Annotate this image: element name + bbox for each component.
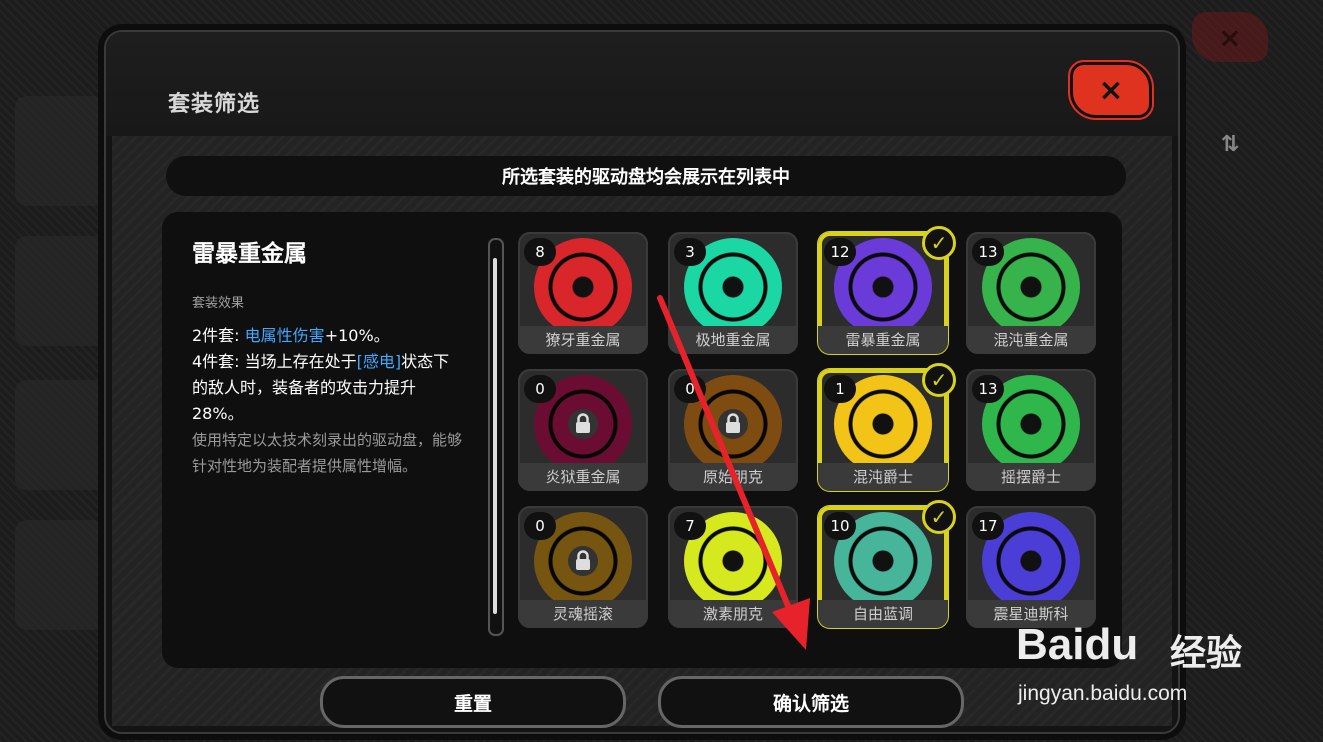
background-close-icon: × <box>1192 12 1268 62</box>
set-label: 自由蓝调 <box>818 600 948 628</box>
set-label: 激素朋克 <box>668 600 798 628</box>
set-count: 0 <box>524 375 556 403</box>
set-tile[interactable]: 0 炎狱重金属 <box>518 369 648 491</box>
background-card <box>15 520 105 630</box>
set-label: 原始朋克 <box>668 463 798 491</box>
set-count: 1 <box>824 375 856 403</box>
set-count: 12 <box>824 238 856 266</box>
set-label: 灵魂摇滚 <box>518 600 648 628</box>
watermark-cn: 经验 <box>1170 633 1243 674</box>
set-label: 雷暴重金属 <box>818 326 948 354</box>
two-piece-prefix: 2件套: <box>192 326 245 345</box>
description-scrollbar[interactable] <box>488 238 504 636</box>
set-count: 17 <box>972 512 1004 540</box>
sort-icon: ⇅ <box>1220 132 1240 157</box>
set-count: 0 <box>524 512 556 540</box>
set-description: 雷暴重金属 套装效果 2件套: 电属性伤害+10%。 4件套: 当场上存在处于[… <box>192 234 462 479</box>
check-icon: ✓ <box>922 363 956 397</box>
check-icon: ✓ <box>922 500 956 534</box>
four-piece-highlight: [感电] <box>356 352 402 371</box>
two-piece-highlight: 电属性伤害 <box>244 326 325 345</box>
filter-notice: 所选套装的驱动盘均会展示在列表中 <box>166 156 1126 196</box>
lock-icon <box>568 409 598 439</box>
modal-header: 套装筛选 × <box>106 32 1178 136</box>
set-tile[interactable]: 0 原始朋克 <box>668 369 798 491</box>
set-count: 13 <box>972 238 1004 266</box>
set-count: 7 <box>674 512 706 540</box>
two-piece-suffix: +10%。 <box>324 326 390 345</box>
set-count: 10 <box>824 512 856 540</box>
set-lore: 使用特定以太技术刻录出的驱动盘，能够针对性地为装配者提供属性增幅。 <box>192 431 463 475</box>
check-icon: ✓ <box>922 226 956 260</box>
set-label: 极地重金属 <box>668 326 798 354</box>
background-card <box>15 96 105 206</box>
close-icon: × <box>1098 72 1124 108</box>
scrollbar-thumb[interactable] <box>493 258 497 614</box>
modal-title: 套装筛选 <box>168 92 261 117</box>
set-count: 3 <box>674 238 706 266</box>
set-tile[interactable]: 0 灵魂摇滚 <box>518 506 648 628</box>
confirm-filter-button[interactable]: 确认筛选 <box>658 676 964 728</box>
set-tile[interactable]: 8 獠牙重金属 <box>518 232 648 354</box>
set-count: 13 <box>972 375 1004 403</box>
four-piece-prefix: 4件套: 当场上存在处于 <box>192 352 357 371</box>
set-label: 摇摆爵士 <box>966 463 1096 491</box>
two-piece-effect: 2件套: 电属性伤害+10%。 <box>192 323 462 349</box>
modal-body: 所选套装的驱动盘均会展示在列表中 雷暴重金属 套装效果 2件套: 电属性伤害+1… <box>112 136 1172 728</box>
reset-button[interactable]: 重置 <box>320 676 626 728</box>
baidu-watermark: Baidu 经验 jingyan.baidu.com <box>1016 602 1316 712</box>
effect-label: 套装效果 <box>192 296 245 311</box>
set-count: 0 <box>674 375 706 403</box>
set-tile[interactable]: 13 混沌重金属 <box>966 232 1096 354</box>
four-piece-effect: 4件套: 当场上存在处于[感电]状态下的敌人时，装备者的攻击力提升28%。 <box>192 349 462 427</box>
lock-icon <box>718 409 748 439</box>
set-label: 混沌重金属 <box>966 326 1096 354</box>
watermark-logo: Baidu <box>1016 620 1139 669</box>
set-tile[interactable]: 7 激素朋克 <box>668 506 798 628</box>
set-tile[interactable]: 3 极地重金属 <box>668 232 798 354</box>
set-label: 混沌爵士 <box>818 463 948 491</box>
close-button[interactable]: × <box>1068 60 1154 120</box>
set-count: 8 <box>524 238 556 266</box>
background-card <box>15 380 105 490</box>
set-grid: 8 獠牙重金属 3 极地重金属 12 雷暴重金属 ✓ 13 混沌重金属 0 炎狱重金属 0 原始朋克 1 混… <box>518 226 1103 632</box>
set-tile[interactable]: 13 摇摆爵士 <box>966 369 1096 491</box>
set-name: 雷暴重金属 <box>192 241 307 267</box>
background-card <box>15 236 105 346</box>
set-label: 炎狱重金属 <box>518 463 648 491</box>
content-panel: 雷暴重金属 套装效果 2件套: 电属性伤害+10%。 4件套: 当场上存在处于[… <box>162 212 1122 668</box>
lock-icon <box>568 546 598 576</box>
set-label: 獠牙重金属 <box>518 326 648 354</box>
watermark-url: jingyan.baidu.com <box>1018 682 1188 705</box>
